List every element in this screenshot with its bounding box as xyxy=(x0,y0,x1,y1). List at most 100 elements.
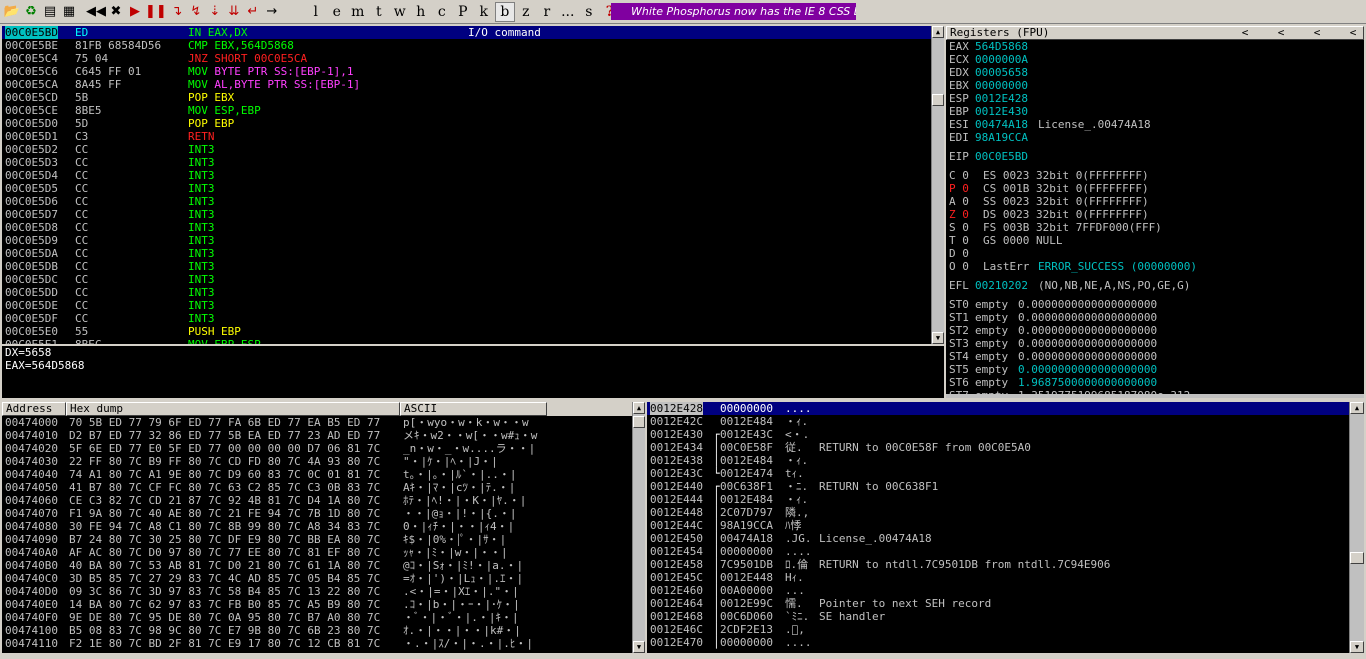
scroll-down-icon[interactable]: ▼ xyxy=(1350,641,1364,653)
register-row[interactable]: D 0 xyxy=(946,247,1364,260)
stack-row[interactable]: 0012E448 │ 2C07D797 隣., xyxy=(647,506,1349,519)
stack-row[interactable]: 0012E43C └ 0012E474 tｨ. xyxy=(647,467,1349,480)
disasm-row[interactable]: 00C0E5DC CC INT3 xyxy=(2,273,931,286)
dump-row[interactable]: 004740A0 AF AC 80 7C D0 97 80 7C 77 EE 80… xyxy=(2,546,632,559)
dump-row[interactable]: 004740F0 9E DE 80 7C 95 DE 80 7C 0A 95 80… xyxy=(2,611,632,624)
register-row[interactable]: EIP 00C0E5BD xyxy=(946,150,1364,163)
disasm-row[interactable]: 00C0E5D1 C3 RETN xyxy=(2,130,931,143)
disassembly-scrollbar[interactable]: ▲ ▼ xyxy=(931,26,944,344)
dump-row[interactable]: 00474040 74 A1 80 7C A1 9E 80 7C D9 60 83… xyxy=(2,468,632,481)
disasm-row[interactable]: 00C0E5C6 C645 FF 01 MOV BYTE PTR SS:[EBP-1]… xyxy=(2,65,931,78)
pause-icon[interactable]: ❚❚ xyxy=(145,2,167,22)
stack-row[interactable]: 0012E440 ┌ 00C638F1 ・ﾆ. RETURN to 00C638F1 xyxy=(647,480,1349,493)
dump-row[interactable]: 004740C0 3D B5 85 7C 27 29 83 7C 4C AD 85… xyxy=(2,572,632,585)
toolbar-letter-s[interactable]: s xyxy=(579,2,599,22)
register-row[interactable]: ST0 empty 0.0000000000000000000 xyxy=(946,298,1364,311)
register-row[interactable]: EDI 98A19CCA xyxy=(946,131,1364,144)
disasm-row[interactable]: 00C0E5BD ED IN EAX,DX I/O command xyxy=(2,26,931,39)
toolbar-letter-t[interactable]: t xyxy=(369,2,389,22)
disasm-row[interactable]: 00C0E5E1 8BEC MOV EBP,ESP xyxy=(2,338,931,344)
scroll-up-icon[interactable]: ▲ xyxy=(1350,402,1364,414)
register-row[interactable]: P 0 CS 001B 32bit 0(FFFFFFFF) xyxy=(946,182,1364,195)
stack-row[interactable]: 0012E468 │ 00C6D060 `ﾐﾆ. SE handler xyxy=(647,610,1349,623)
stack-row[interactable]: 0012E450 │ 00474A18 .JG. License_.00474A18 xyxy=(647,532,1349,545)
nav-arrow-icon[interactable]: < xyxy=(1299,27,1335,39)
register-row[interactable]: ST3 empty 0.0000000000000000000 xyxy=(946,337,1364,350)
dump-header-hex[interactable]: Hex dump xyxy=(66,402,400,416)
register-row[interactable]: O 0 LastErr ERROR_SUCCESS (00000000) xyxy=(946,260,1364,273)
trace-over-icon[interactable]: ⇊ xyxy=(225,2,243,22)
register-row[interactable]: ST2 empty 0.0000000000000000000 xyxy=(946,324,1364,337)
stack-row[interactable]: 0012E464 │ 0012E99C 懦. Pointer to next SEH r… xyxy=(647,597,1349,610)
register-row[interactable]: ESP 0012E428 xyxy=(946,92,1364,105)
grid-icon[interactable]: ▦ xyxy=(60,2,78,22)
trace-into-icon[interactable]: ⇣ xyxy=(206,2,224,22)
stack-row[interactable]: 0012E438 │ 0012E484 ・ｨ. xyxy=(647,454,1349,467)
toolbar-letter-b[interactable]: b xyxy=(494,1,515,22)
rewind-icon[interactable]: ◀◀ xyxy=(86,2,106,22)
toolbar-letter-h[interactable]: h xyxy=(411,2,431,22)
dump-row[interactable]: 00474100 B5 08 83 7C 98 9C 80 7C E7 9B 80… xyxy=(2,624,632,637)
disassembly-pane[interactable]: 00C0E5BD ED IN EAX,DX I/O command 00C0E5BE 81F… xyxy=(2,26,931,344)
toolbar-letter-r[interactable]: r xyxy=(537,2,557,22)
disasm-row[interactable]: 00C0E5D6 CC INT3 xyxy=(2,195,931,208)
nav-arrow-icon[interactable]: < xyxy=(1227,27,1263,39)
disasm-row[interactable]: 00C0E5DA CC INT3 xyxy=(2,247,931,260)
stack-pane[interactable]: 0012E428 00000000.... 0012E42C 0012E484 ・ｨ. 0… xyxy=(647,402,1349,653)
disasm-row[interactable]: 00C0E5DD CC INT3 xyxy=(2,286,931,299)
dump-pane[interactable]: 00474000 70 5B ED 77 79 6F ED 77 FA 6B ED… xyxy=(2,416,632,653)
dump-scrollbar[interactable]: ▲ ▼ xyxy=(632,402,645,653)
open-folder-icon[interactable]: 📂 xyxy=(3,2,21,22)
stack-row[interactable]: 0012E444 │ 0012E484 ・ｨ. xyxy=(647,493,1349,506)
register-row[interactable]: ST4 empty 0.0000000000000000000 xyxy=(946,350,1364,363)
stack-row[interactable]: 0012E42C 0012E484 ・ｨ. xyxy=(647,415,1349,428)
toolbar-letter-z[interactable]: z xyxy=(516,2,536,22)
register-row[interactable]: ST1 empty 0.0000000000000000000 xyxy=(946,311,1364,324)
dump-row[interactable]: 00474080 30 FE 94 7C A8 C1 80 7C 8B 99 80… xyxy=(2,520,632,533)
toolbar-letter-P[interactable]: P xyxy=(453,2,473,22)
toolbar-letter-e[interactable]: e xyxy=(327,2,347,22)
close-icon[interactable]: ✖ xyxy=(107,2,125,22)
register-row[interactable]: Z 0 DS 0023 32bit 0(FFFFFFFF) xyxy=(946,208,1364,221)
disasm-row[interactable]: 00C0E5DE CC INT3 xyxy=(2,299,931,312)
dump-row[interactable]: 00474110 F2 1E 80 7C BD 2F 81 7C E9 17 80… xyxy=(2,637,632,650)
disasm-row[interactable]: 00C0E5BE 81FB 68584D56 CMP EBX,564D5868 xyxy=(2,39,931,52)
disasm-row[interactable]: 00C0E5D9 CC INT3 xyxy=(2,234,931,247)
scroll-thumb[interactable] xyxy=(633,416,645,428)
registers-header[interactable]: Registers (FPU) < < < < xyxy=(946,26,1364,40)
register-row[interactable]: EDX 00005658 xyxy=(946,66,1364,79)
disasm-row[interactable]: 00C0E5DB CC INT3 xyxy=(2,260,931,273)
stack-row[interactable]: 0012E44C │ 98A19CCA ﾊ悸 xyxy=(647,519,1349,532)
disasm-row[interactable]: 00C0E5D2 CC INT3 xyxy=(2,143,931,156)
register-row[interactable]: EBP 0012E430 xyxy=(946,105,1364,118)
dump-row[interactable]: 00474030 22 FF 80 7C B9 FF 80 7C CD FD 80… xyxy=(2,455,632,468)
register-row[interactable]: S 0 FS 003B 32bit 7FFDF000(FFF) xyxy=(946,221,1364,234)
stack-row[interactable]: 0012E45C │ 0012E448 Hｨ. xyxy=(647,571,1349,584)
scroll-up-icon[interactable]: ▲ xyxy=(633,402,645,414)
disasm-row[interactable]: 00C0E5CE 8BE5 MOV ESP,EBP xyxy=(2,104,931,117)
dump-row[interactable]: 004740D0 09 3C 86 7C 3D 97 83 7C 58 B4 85… xyxy=(2,585,632,598)
stack-row[interactable]: 0012E460 │ 00A00000... xyxy=(647,584,1349,597)
goto-icon[interactable]: → xyxy=(263,2,281,22)
disasm-row[interactable]: 00C0E5D7 CC INT3 xyxy=(2,208,931,221)
register-row[interactable]: EBX 00000000 xyxy=(946,79,1364,92)
stack-row[interactable]: 0012E430 ┌ 0012E43C <・. xyxy=(647,428,1349,441)
disasm-row[interactable]: 00C0E5C4 75 04 JNZ SHORT 00C0E5CA xyxy=(2,52,931,65)
nav-arrow-icon[interactable]: < xyxy=(1263,27,1299,39)
step-into-icon[interactable]: ↴ xyxy=(168,2,186,22)
stack-scrollbar[interactable]: ▲ ▼ xyxy=(1349,402,1364,653)
dump-row[interactable]: 00474060 CE C3 82 7C CD 21 87 7C 92 4B 81… xyxy=(2,494,632,507)
dump-row[interactable]: 00474010 D2 B7 ED 77 32 86 ED 77 5B EA ED… xyxy=(2,429,632,442)
dump-row[interactable]: 004740B0 40 BA 80 7C 53 AB 81 7C D0 21 80… xyxy=(2,559,632,572)
scroll-down-icon[interactable]: ▼ xyxy=(633,641,645,653)
stack-row[interactable]: 0012E470 │ 00000000.... xyxy=(647,636,1349,649)
register-row[interactable]: ST6 empty 1.9687500000000000000 xyxy=(946,376,1364,389)
disasm-row[interactable]: 00C0E5D8 CC INT3 xyxy=(2,221,931,234)
dump-row[interactable]: 00474050 41 B7 80 7C CF FC 80 7C 63 C2 85… xyxy=(2,481,632,494)
toolbar-letter-m[interactable]: m xyxy=(348,2,368,22)
disasm-row[interactable]: 00C0E5E0 55 PUSH EBP xyxy=(2,325,931,338)
disasm-row[interactable]: 00C0E5DF CC INT3 xyxy=(2,312,931,325)
scroll-thumb[interactable] xyxy=(932,94,944,106)
dump-row[interactable]: 00474000 70 5B ED 77 79 6F ED 77 FA 6B ED… xyxy=(2,416,632,429)
dump-header-ascii[interactable]: ASCII xyxy=(400,402,547,416)
